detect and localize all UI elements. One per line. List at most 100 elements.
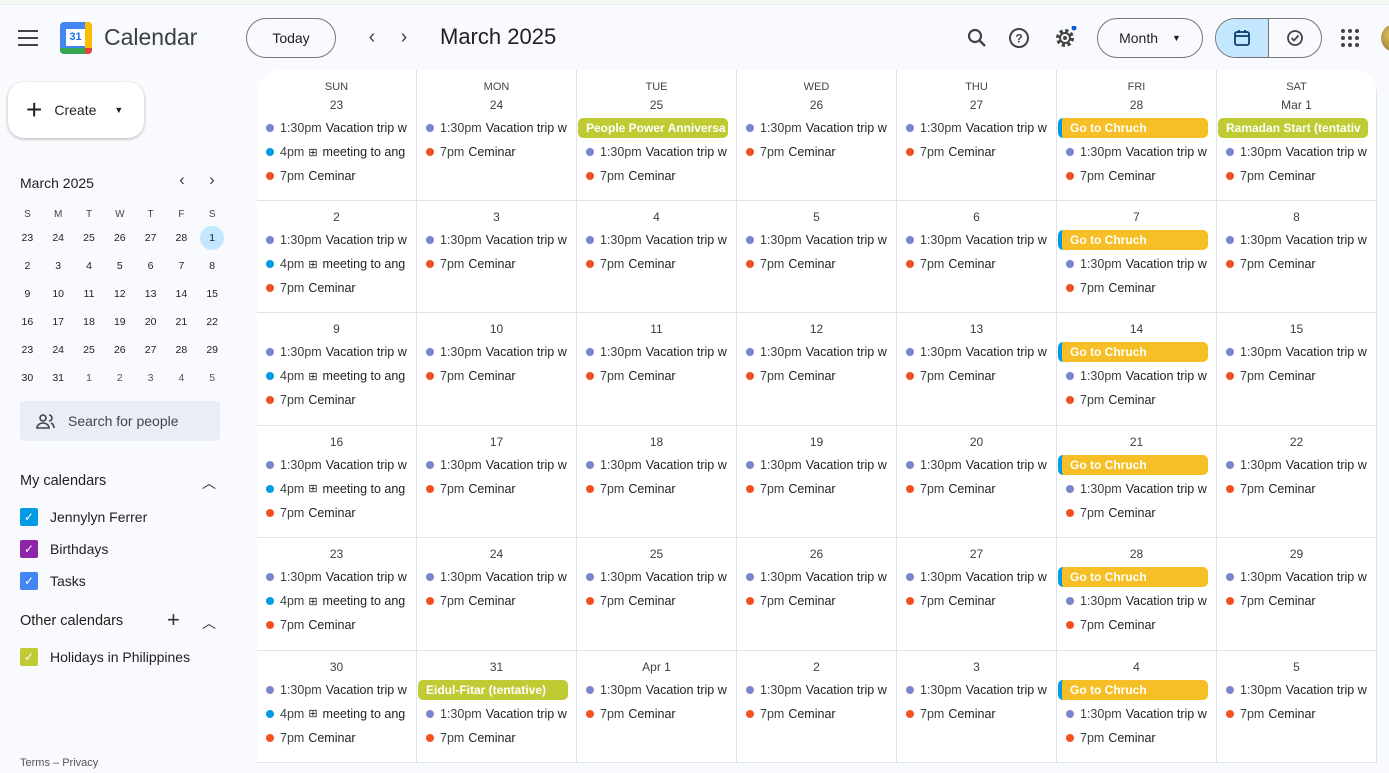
event-item[interactable]: 1:30pm Vacation trip w	[417, 565, 576, 589]
day-number[interactable]: 31	[417, 660, 576, 678]
day-number[interactable]: 26	[737, 547, 896, 565]
day-number[interactable]: 12	[737, 322, 896, 340]
event-item[interactable]: 1:30pm Vacation trip w	[577, 140, 736, 164]
event-item[interactable]: 7pm Ceminar	[897, 702, 1056, 726]
day-cell[interactable]: 27 1:30pm Vacation trip w 7pm Ceminar	[897, 538, 1057, 651]
day-number[interactable]: 23	[257, 98, 416, 116]
event-item[interactable]: 1:30pm Vacation trip w	[577, 453, 736, 477]
day-number[interactable]: 10	[417, 322, 576, 340]
day-cell[interactable]: 4 Go to Chruch 1:30pm Vacation trip w 7pm Cem…	[1057, 650, 1217, 762]
event-item[interactable]: 7pm Ceminar	[577, 702, 736, 726]
event-item[interactable]: 7pm Ceminar	[577, 164, 736, 188]
event-item[interactable]: 1:30pm Vacation trip w	[417, 116, 576, 140]
mini-day[interactable]: 8	[200, 254, 224, 278]
event-item[interactable]: 1:30pm Vacation trip w	[1057, 477, 1216, 501]
event-item[interactable]: 1:30pm Vacation trip w	[257, 678, 416, 702]
day-number[interactable]: 9	[257, 322, 416, 340]
day-cell[interactable]: 16 1:30pm Vacation trip w 4pm ⊞ meeting to an…	[257, 425, 417, 539]
calendar-checkbox[interactable]: ✓	[20, 508, 38, 526]
day-number[interactable]: 2	[737, 660, 896, 678]
view-selector[interactable]: Month ▼	[1097, 18, 1203, 58]
day-cell[interactable]: 17 1:30pm Vacation trip w 7pm Ceminar	[417, 425, 577, 539]
event-item[interactable]: 1:30pm Vacation trip w	[1217, 140, 1376, 164]
event-item[interactable]: 1:30pm Vacation trip w	[1217, 565, 1376, 589]
collapse-my-calendars-icon[interactable]: ︿	[202, 473, 216, 493]
day-cell[interactable]: 18 1:30pm Vacation trip w 7pm Ceminar	[577, 425, 737, 539]
event-item[interactable]: 7pm Ceminar	[417, 252, 576, 276]
today-button[interactable]: Today	[246, 18, 336, 58]
event-item[interactable]: 7pm Ceminar	[257, 388, 416, 412]
event-item[interactable]: 1:30pm Vacation trip w	[897, 116, 1056, 140]
event-chip-church[interactable]: Go to Chruch	[1058, 567, 1208, 588]
mini-day[interactable]: 23	[15, 338, 39, 362]
next-month-icon[interactable]: ›	[392, 26, 416, 49]
day-cell[interactable]: SUN 23 1:30pm Vacation trip w 4pm ⊞ meeting to…	[257, 70, 417, 201]
mini-day[interactable]: 22	[200, 310, 224, 334]
event-item[interactable]: 1:30pm Vacation trip w	[737, 116, 896, 140]
day-number[interactable]: 29	[1217, 547, 1376, 565]
event-item[interactable]: 1:30pm Vacation trip w	[1217, 340, 1376, 364]
google-apps-icon[interactable]	[1341, 29, 1359, 47]
event-item[interactable]: 7pm Ceminar	[1057, 501, 1216, 525]
event-item[interactable]: 1:30pm Vacation trip w	[737, 340, 896, 364]
mini-day[interactable]: 24	[46, 226, 70, 250]
calendar-checkbox[interactable]: ✓	[20, 648, 38, 666]
day-cell[interactable]: 29 1:30pm Vacation trip w 7pm Ceminar	[1217, 538, 1377, 651]
event-item[interactable]: 1:30pm Vacation trip w	[257, 116, 416, 140]
holiday-chip[interactable]: People Power Anniversa	[578, 118, 728, 138]
mini-day[interactable]: 23	[15, 226, 39, 250]
event-item[interactable]: 1:30pm Vacation trip w	[577, 565, 736, 589]
day-number[interactable]: 4	[577, 210, 736, 228]
mini-day[interactable]: 6	[139, 254, 163, 278]
mini-day[interactable]: 5	[108, 254, 132, 278]
privacy-link[interactable]: Privacy	[62, 757, 98, 769]
event-item[interactable]: 7pm Ceminar	[417, 589, 576, 613]
calendar-item[interactable]: ✓ Jennylyn Ferrer	[20, 508, 147, 526]
mini-day[interactable]: 3	[46, 254, 70, 278]
event-chip-church[interactable]: Go to Chruch	[1058, 454, 1208, 475]
event-item[interactable]: 7pm Ceminar	[897, 589, 1056, 613]
settings-icon[interactable]	[1053, 26, 1077, 50]
terms-link[interactable]: Terms	[20, 757, 50, 769]
event-item[interactable]: 7pm Ceminar	[1057, 276, 1216, 300]
event-chip-church[interactable]: Go to Chruch	[1058, 679, 1208, 700]
day-number[interactable]: 30	[257, 660, 416, 678]
calendar-checkbox[interactable]: ✓	[20, 540, 38, 558]
mini-day[interactable]: 26	[108, 338, 132, 362]
mini-day[interactable]: 4	[169, 366, 193, 390]
event-item[interactable]: 4pm ⊞ meeting to ang	[257, 364, 416, 388]
event-item[interactable]: 1:30pm Vacation trip w	[1057, 140, 1216, 164]
event-item[interactable]: 1:30pm Vacation trip w	[577, 228, 736, 252]
mini-day[interactable]: 30	[15, 366, 39, 390]
create-button[interactable]: + Create ▼	[8, 82, 144, 138]
day-cell[interactable]: 4 1:30pm Vacation trip w 7pm Ceminar	[577, 201, 737, 314]
day-cell[interactable]: 28 Go to Chruch 1:30pm Vacation trip w 7pm Ce…	[1057, 538, 1217, 651]
event-item[interactable]: 4pm ⊞ meeting to ang	[257, 140, 416, 164]
mini-day[interactable]: 25	[77, 338, 101, 362]
event-item[interactable]: 7pm Ceminar	[577, 364, 736, 388]
event-item[interactable]: 7pm Ceminar	[577, 477, 736, 501]
event-item[interactable]: 7pm Ceminar	[1057, 164, 1216, 188]
event-item[interactable]: 7pm Ceminar	[1057, 726, 1216, 750]
day-cell[interactable]: 24 1:30pm Vacation trip w 7pm Ceminar	[417, 538, 577, 651]
calendar-item[interactable]: ✓ Tasks	[20, 572, 86, 590]
event-item[interactable]: 4pm ⊞ meeting to ang	[257, 702, 416, 726]
day-number[interactable]: 2	[257, 210, 416, 228]
day-number[interactable]: 5	[737, 210, 896, 228]
event-item[interactable]: 1:30pm Vacation trip w	[1057, 252, 1216, 276]
day-number[interactable]: 21	[1057, 435, 1216, 453]
day-number[interactable]: 28	[1057, 547, 1216, 565]
mini-day[interactable]: 1	[77, 366, 101, 390]
day-cell[interactable]: 5 1:30pm Vacation trip w 7pm Ceminar	[737, 201, 897, 314]
event-item[interactable]: 1:30pm Vacation trip w	[737, 453, 896, 477]
mini-day[interactable]: 16	[15, 310, 39, 334]
event-item[interactable]: 7pm Ceminar	[417, 140, 576, 164]
mini-day[interactable]: 13	[139, 282, 163, 306]
event-item[interactable]: 7pm Ceminar	[737, 589, 896, 613]
event-item[interactable]: 7pm Ceminar	[417, 477, 576, 501]
mini-day[interactable]: 31	[46, 366, 70, 390]
day-number[interactable]: 11	[577, 322, 736, 340]
event-item[interactable]: 1:30pm Vacation trip w	[257, 565, 416, 589]
mini-day[interactable]: 5	[200, 366, 224, 390]
day-number[interactable]: 23	[257, 547, 416, 565]
